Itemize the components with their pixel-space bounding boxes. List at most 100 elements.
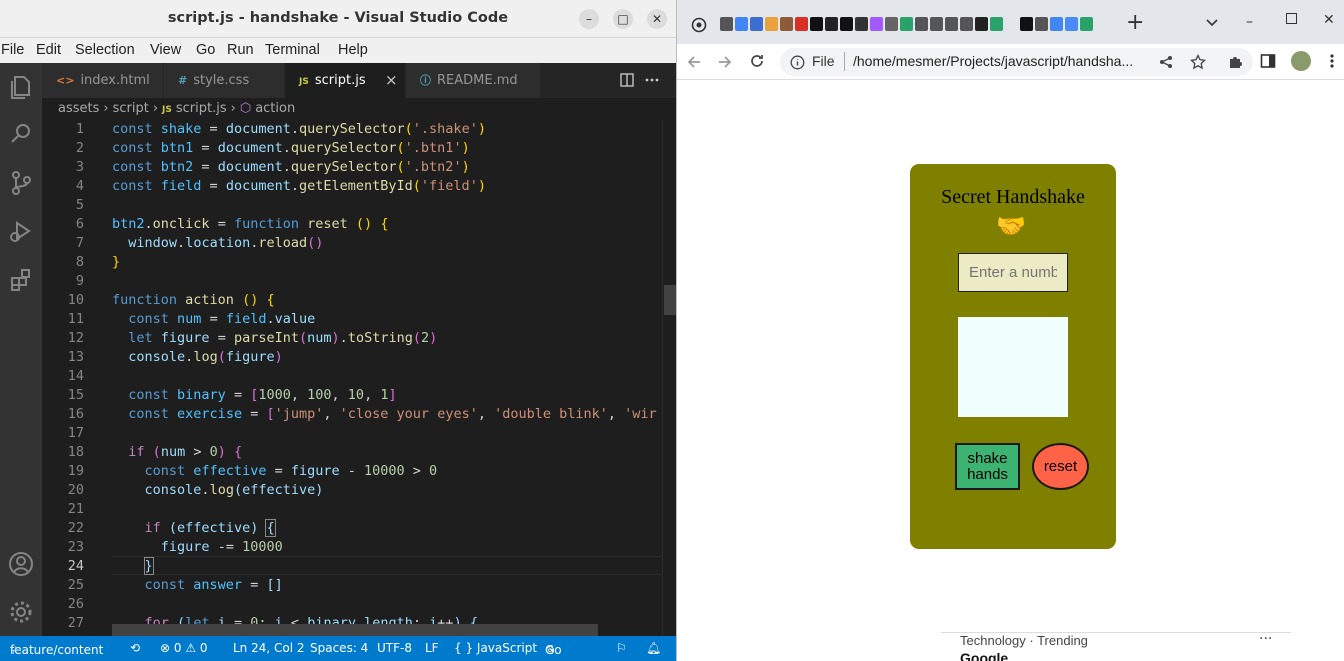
menu-file[interactable]: File: [1, 42, 24, 58]
html-file-icon: <>: [56, 74, 75, 87]
eol-status[interactable]: LF: [425, 638, 439, 659]
run-debug-icon[interactable]: [7, 217, 35, 245]
tab-index-html[interactable]: <> index.html: [42, 63, 164, 98]
source-control-icon[interactable]: [7, 169, 35, 197]
split-editor-icon[interactable]: [620, 73, 634, 87]
menu-help[interactable]: Help: [338, 42, 368, 58]
favicon-tab-icon[interactable]: [975, 17, 988, 31]
side-panel-icon[interactable]: [1260, 53, 1276, 69]
favicon-tab-icon[interactable]: [735, 17, 748, 31]
code-editor[interactable]: 1 const shake = document.querySelector('.…: [42, 120, 662, 636]
vertical-scrollbar[interactable]: [662, 120, 676, 636]
favicon-tab-icon[interactable]: [1020, 17, 1033, 31]
more-options-icon[interactable]: ···: [1259, 631, 1272, 647]
breadcrumb-script-folder[interactable]: script: [113, 101, 149, 116]
close-window-button[interactable]: ✕: [647, 9, 667, 29]
profile-avatar[interactable]: [1291, 51, 1311, 71]
kebab-menu-icon[interactable]: [1329, 53, 1335, 69]
indentation-status[interactable]: Spaces: 4: [310, 638, 368, 659]
horizontal-scrollbar[interactable]: [112, 624, 598, 636]
cursor-position[interactable]: Ln 24, Col 2: [233, 638, 305, 659]
reload-icon[interactable]: [749, 53, 765, 69]
favicon-tab-icon[interactable]: [900, 17, 913, 31]
address-bar[interactable]: File /home/mesmer/Projects/javascript/ha…: [780, 48, 1253, 76]
favicon-tab-icon[interactable]: [930, 17, 943, 31]
menu-terminal[interactable]: Terminal: [265, 42, 320, 58]
favicon-tab-icon[interactable]: [990, 17, 1003, 31]
favicon-tab-icon[interactable]: [1080, 17, 1093, 31]
feedback-icon[interactable]: ⚐: [616, 638, 627, 659]
encoding-status[interactable]: UTF-8: [377, 638, 412, 659]
favicon-tab-icon[interactable]: [825, 17, 838, 31]
sync-icon[interactable]: ⟲: [130, 638, 140, 659]
menu-go[interactable]: Go: [196, 42, 215, 58]
favicon-tab-icon[interactable]: [780, 17, 793, 31]
code-line: function action () {: [112, 292, 275, 308]
gmail-icon[interactable]: [795, 17, 808, 31]
url-divider: [844, 52, 845, 71]
notifications-bell-icon[interactable]: 🔔︎: [646, 638, 661, 659]
chevron-down-icon[interactable]: [1206, 19, 1218, 27]
figma-icon[interactable]: [870, 17, 883, 31]
code-line: const btn2 = document.querySelector('.bt…: [112, 159, 470, 175]
favicon-tab-icon[interactable]: [960, 17, 973, 31]
share-icon[interactable]: [1159, 55, 1173, 69]
tab-style-css[interactable]: # style.css: [164, 63, 285, 98]
favicon-tab-icon[interactable]: [855, 17, 868, 31]
code-line: let figure = parseInt(num).toString(2): [128, 330, 438, 346]
forward-arrow-icon[interactable]: [717, 54, 733, 70]
breadcrumb-script-file[interactable]: script.js: [176, 101, 227, 116]
favicon-tab-icon[interactable]: [915, 17, 928, 31]
minimize-button[interactable]: –: [579, 9, 599, 29]
menu-view[interactable]: View: [150, 42, 181, 58]
new-tab-button[interactable]: +: [1126, 10, 1144, 35]
info-file-icon: ⓘ: [420, 74, 431, 87]
breadcrumb: assets › script › JS script.js › ⬡ action: [42, 98, 676, 120]
explorer-icon[interactable]: [7, 73, 35, 101]
favicon-tab-icon[interactable]: [840, 17, 853, 31]
breadcrumb-assets[interactable]: assets: [58, 101, 99, 116]
reset-button[interactable]: reset: [1032, 443, 1089, 490]
close-icon[interactable]: ✕: [1323, 12, 1335, 28]
breadcrumb-symbol[interactable]: action: [255, 101, 295, 116]
maximize-button[interactable]: □: [613, 9, 633, 29]
number-input[interactable]: [958, 253, 1068, 292]
line-number: 23: [67, 539, 84, 555]
account-icon[interactable]: [7, 550, 35, 578]
chrome-logo-icon[interactable]: [691, 17, 707, 33]
page-title: Secret Handshake: [941, 186, 1085, 208]
search-icon[interactable]: [7, 120, 35, 148]
menu-run[interactable]: Run: [227, 42, 254, 58]
favicon-tab-icon[interactable]: [750, 17, 763, 31]
favicon-tab-icon[interactable]: [1065, 17, 1078, 31]
news-headline[interactable]: Google: [960, 650, 1008, 661]
back-arrow-icon[interactable]: [686, 54, 702, 70]
line-number: 20: [67, 482, 84, 498]
language-mode[interactable]: { } JavaScript: [454, 638, 537, 659]
favicon-tab-icon[interactable]: [810, 17, 823, 31]
problems-status[interactable]: ⊗ 0 ⚠ 0: [160, 638, 208, 659]
url-text[interactable]: /home/mesmer/Projects/javascript/handsha…: [853, 53, 1133, 69]
favicon-tab-icon[interactable]: [885, 17, 898, 31]
maximize-icon[interactable]: [1286, 13, 1297, 24]
favicon-tab-icon[interactable]: [765, 17, 778, 31]
favicon-tab-icon[interactable]: [945, 17, 958, 31]
scrollbar-thumb[interactable]: [664, 285, 676, 315]
bookmark-star-icon[interactable]: [1190, 54, 1206, 70]
code-line: console.log(figure): [128, 349, 283, 365]
minimize-icon[interactable]: –: [1246, 14, 1253, 30]
menu-selection[interactable]: Selection: [75, 42, 135, 58]
extensions-icon[interactable]: [7, 266, 35, 294]
info-icon[interactable]: [790, 55, 805, 70]
tab-script-js[interactable]: JS script.js ×: [285, 63, 406, 98]
settings-gear-icon[interactable]: [7, 598, 35, 626]
google-icon[interactable]: [1050, 17, 1063, 31]
menu-edit[interactable]: Edit: [36, 42, 61, 58]
favicon-tab-icon[interactable]: [1035, 17, 1048, 31]
close-tab-icon[interactable]: ×: [385, 63, 398, 98]
more-actions-icon[interactable]: [644, 73, 660, 87]
tab-readme-md[interactable]: ⓘ README.md: [406, 63, 541, 98]
extensions-puzzle-icon[interactable]: [1228, 53, 1244, 69]
favicon-tab-icon[interactable]: [720, 17, 733, 31]
shake-hands-button[interactable]: shake hands: [955, 443, 1020, 490]
